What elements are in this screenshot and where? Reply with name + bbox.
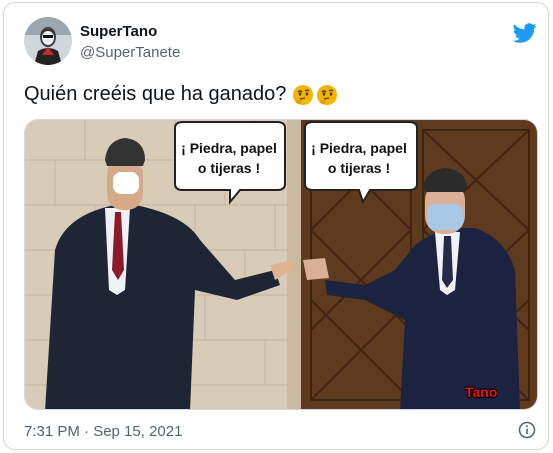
thinking-face-emoji (293, 84, 314, 105)
emoji-group (292, 84, 340, 106)
thinking-face-emoji (317, 84, 338, 105)
avatar[interactable] (24, 17, 72, 65)
info-icon[interactable] (518, 421, 536, 439)
tweet-card: SuperTano @SuperTanete Quién creéis que … (3, 2, 549, 450)
avatar-image (24, 17, 72, 65)
speech-bubble-left: ¡ Piedra, papel o tijeras ! (181, 140, 277, 176)
author-handle[interactable]: @SuperTanete (80, 44, 180, 61)
timestamp[interactable]: 7:31 PM · Sep 15, 2021 (24, 423, 182, 440)
tweet-text-row: Quién creéis que ha ganado? (24, 83, 340, 106)
tweet-media[interactable]: ¡ Piedra, papel o tijeras ! ¡ Piedra, pa… (24, 119, 538, 410)
twitter-bird-icon[interactable] (513, 21, 537, 45)
speech-bubble-right: ¡ Piedra, papel o tijeras ! (311, 140, 407, 176)
watermark: Tano (465, 384, 498, 400)
author-name[interactable]: SuperTano (80, 23, 157, 40)
tweet-text: Quién creéis que ha ganado? (24, 83, 287, 105)
